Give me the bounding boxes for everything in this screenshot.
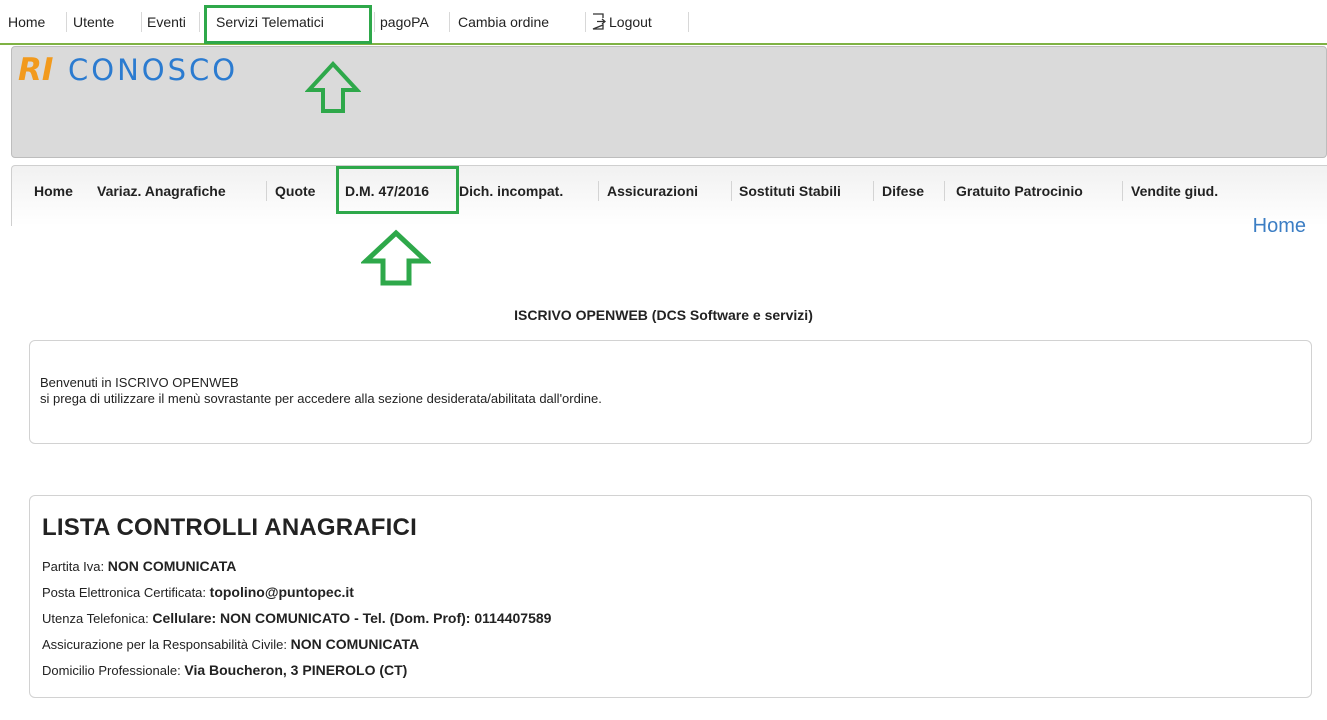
row-domicilio: Domicilio Professionale: Via Boucheron, … <box>42 662 407 678</box>
welcome-line-1: Benvenuti in ISCRIVO OPENWEB <box>40 375 239 390</box>
subnav-gratuito-patrocinio[interactable]: Gratuito Patrocinio <box>956 182 1083 200</box>
row-value: NON COMUNICATA <box>290 636 420 652</box>
topnav-eventi[interactable]: Eventi <box>147 12 186 32</box>
subnav-sostituti-stabili[interactable]: Sostituti Stabili <box>739 182 841 200</box>
row-assicurazione: Assicurazione per la Responsabilità Civi… <box>42 636 419 652</box>
row-value: Cellulare: NON COMUNICATO - Tel. (Dom. P… <box>152 610 552 626</box>
divider <box>199 12 200 32</box>
subnav-assicurazioni[interactable]: Assicurazioni <box>607 182 698 200</box>
site-title: ISCRIVO OPENWEB (DCS Software e servizi) <box>514 307 813 323</box>
subnav-variaz-anagrafiche[interactable]: Variaz. Anagrafiche <box>97 182 226 200</box>
svg-text:RI: RI <box>18 52 53 86</box>
divider <box>598 181 599 201</box>
row-pec: Posta Elettronica Certificata: topolino@… <box>42 584 354 600</box>
logout-label: Logout <box>609 14 652 30</box>
row-label: Utenza Telefonica: <box>42 611 149 626</box>
row-value: NON COMUNICATA <box>107 558 237 574</box>
svg-text:CONOSCO: CONOSCO <box>68 53 238 86</box>
topnav-cambia-ordine[interactable]: Cambia ordine <box>458 12 549 32</box>
logout-icon <box>592 13 607 30</box>
row-label: Posta Elettronica Certificata: <box>42 585 207 600</box>
divider <box>449 12 450 32</box>
topnav-utente[interactable]: Utente <box>73 12 114 32</box>
row-label: Domicilio Professionale: <box>42 663 181 678</box>
highlight-box-servizi-telematici <box>204 5 372 44</box>
divider <box>873 181 874 201</box>
divider <box>1122 181 1123 201</box>
row-utenza-telefonica: Utenza Telefonica: Cellulare: NON COMUNI… <box>42 610 551 626</box>
divider <box>141 12 142 32</box>
nav-underline <box>0 43 1327 45</box>
welcome-line-2: si prega di utilizzare il menù sovrastan… <box>40 391 602 406</box>
subnav-quote[interactable]: Quote <box>275 182 315 200</box>
divider <box>731 181 732 201</box>
highlight-box-dm-47-2016 <box>336 166 459 214</box>
divider <box>374 12 375 32</box>
controls-title: LISTA CONTROLLI ANAGRAFICI <box>42 514 417 541</box>
subnav-home[interactable]: Home <box>34 182 73 200</box>
divider <box>944 181 945 201</box>
row-value: topolino@puntopec.it <box>209 584 354 600</box>
topnav-home[interactable]: Home <box>8 12 45 32</box>
row-partita-iva: Partita Iva: NON COMUNICATA <box>42 558 236 574</box>
divider <box>66 12 67 32</box>
top-navigation: Home Utente Eventi Servizi Telematici pa… <box>0 0 1327 45</box>
divider <box>688 12 689 32</box>
topnav-logout[interactable]: Logout <box>592 12 652 32</box>
welcome-panel: Benvenuti in ISCRIVO OPENWEB si prega di… <box>29 340 1312 444</box>
subnav-vendite-giud[interactable]: Vendite giud. <box>1131 182 1218 200</box>
row-label: Assicurazione per la Responsabilità Civi… <box>42 637 287 652</box>
up-arrow-icon <box>361 229 431 286</box>
page-heading: Home <box>1252 215 1306 237</box>
riconosco-logo: RI CONOSCO <box>18 52 288 91</box>
divider <box>266 181 267 201</box>
controls-panel: LISTA CONTROLLI ANAGRAFICI Partita Iva: … <box>29 495 1312 698</box>
up-arrow-icon <box>305 61 361 113</box>
subnav-dich-incompat[interactable]: Dich. incompat. <box>459 182 563 200</box>
divider <box>585 12 586 32</box>
topnav-pagopa[interactable]: pagoPA <box>380 12 429 32</box>
subnav-difese[interactable]: Difese <box>882 182 924 200</box>
row-value: Via Boucheron, 3 PINEROLO (CT) <box>184 662 408 678</box>
row-label: Partita Iva: <box>42 559 105 574</box>
